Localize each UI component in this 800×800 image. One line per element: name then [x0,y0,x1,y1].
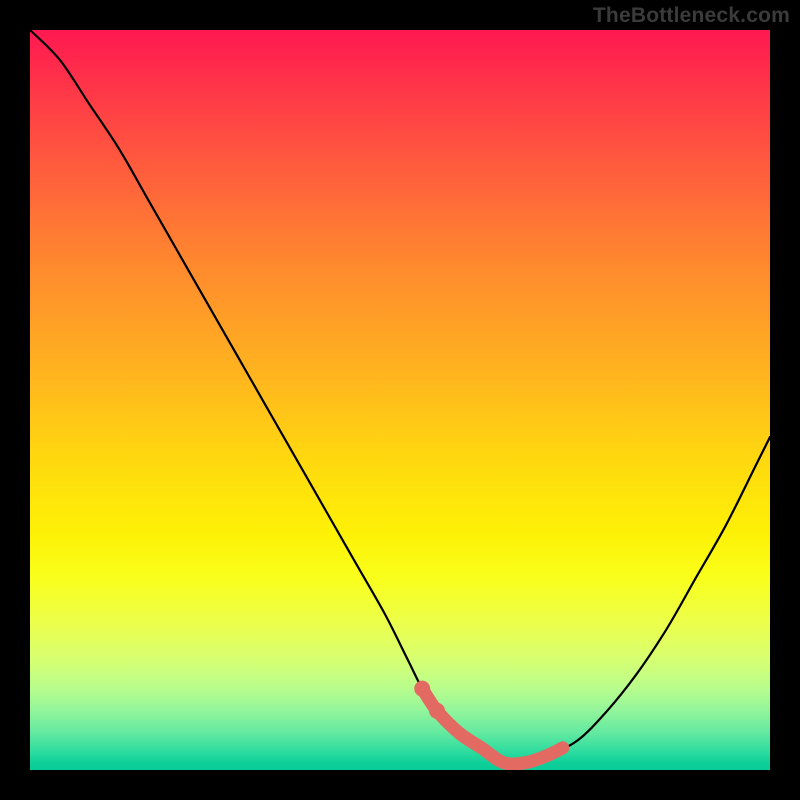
stage: TheBottleneck.com [0,0,800,800]
highlight-dot-upper [414,681,430,697]
bottleneck-curve [30,30,770,764]
highlight-dot-lower [429,703,445,719]
watermark-text: TheBottleneck.com [593,4,790,28]
optimal-highlight [422,689,563,764]
plot-area [30,30,770,770]
curve-layer [30,30,770,770]
